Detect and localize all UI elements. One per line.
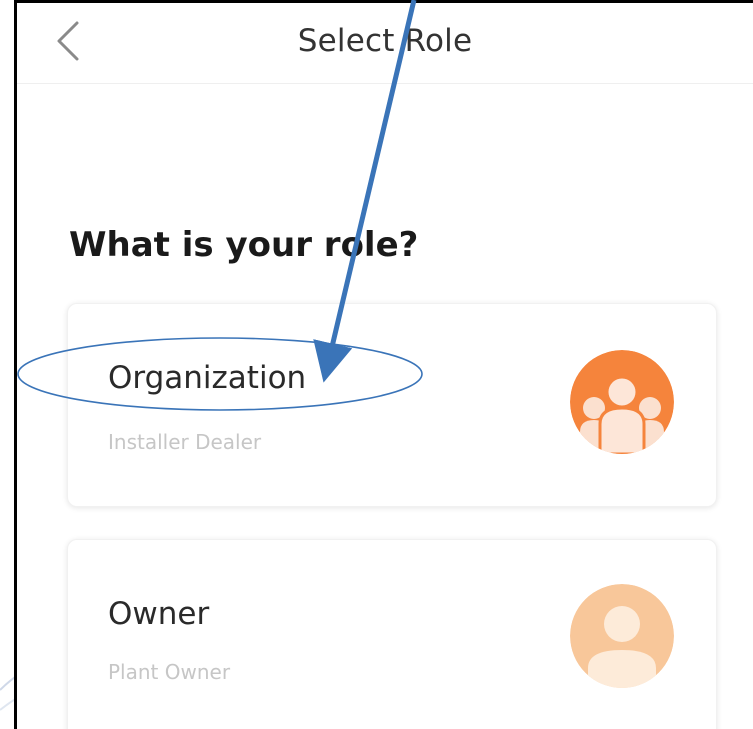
role-card-organization[interactable]: Organization Installer Dealer	[67, 303, 717, 507]
person-icon	[570, 584, 674, 688]
role-title: Organization	[108, 360, 307, 396]
page-title: Select Role	[297, 23, 473, 59]
role-question: What is your role?	[69, 225, 419, 265]
role-title: Owner	[108, 596, 210, 632]
navigation-bar: Select Role	[17, 3, 753, 84]
group-icon	[570, 350, 674, 454]
phone-screen: Select Role What is your role? Organizat…	[14, 0, 753, 729]
role-subtitle: Plant Owner	[108, 660, 231, 684]
role-subtitle: Installer Dealer	[108, 430, 262, 454]
role-card-owner[interactable]: Owner Plant Owner	[67, 539, 717, 729]
